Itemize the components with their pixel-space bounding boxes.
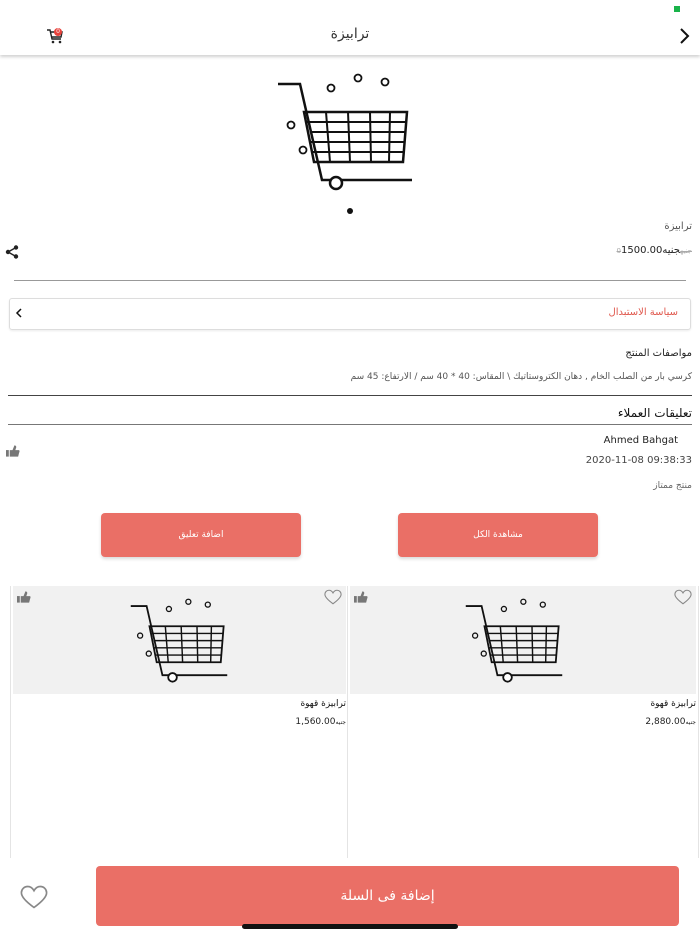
product-image — [129, 598, 229, 683]
chevron-left-icon — [15, 308, 22, 318]
image-pager-dot[interactable] — [347, 208, 353, 214]
price-value: 2,880.00 — [645, 717, 686, 727]
divider — [8, 395, 692, 396]
heart-icon[interactable] — [20, 884, 48, 910]
exchange-policy-label: سياسة الاستبدال — [608, 307, 678, 318]
price-row: 0جنيهجنيه1500.00 — [599, 245, 692, 256]
price-currency: جنيه — [335, 719, 346, 726]
related-product-image-area — [350, 586, 696, 694]
price-currency: جنيه — [685, 719, 696, 726]
review-text: منتج ممتاز — [653, 481, 692, 491]
price-value: 1500.00 — [621, 245, 663, 256]
related-product-name: ترابيزة قهوة — [650, 699, 696, 709]
reviews-title: تعليقات العملاء — [617, 406, 692, 420]
add-to-cart-button[interactable]: إضافة فى السلة — [96, 866, 679, 926]
heart-icon[interactable] — [324, 589, 342, 605]
cart-badge: 0 — [54, 28, 62, 36]
heart-icon[interactable] — [674, 589, 692, 605]
thumbs-up-icon[interactable] — [17, 591, 31, 603]
status-indicator — [674, 6, 680, 12]
related-product-image-area — [13, 586, 346, 694]
thumbs-up-icon[interactable] — [6, 445, 20, 457]
specs-text: كرسي بار من الصلب الخام , دهان الكتروستا… — [350, 372, 692, 382]
view-all-button[interactable]: مشاهدة الكل — [398, 513, 598, 557]
related-product-card[interactable]: ترابيزة قهوة جنيه1,560.00 — [10, 586, 349, 858]
related-product-card[interactable]: ترابيزة قهوة جنيه2,880.00 — [347, 586, 699, 858]
divider — [14, 280, 686, 281]
thumbs-up-icon[interactable] — [354, 591, 368, 603]
price-currency: جنيه — [662, 245, 681, 256]
related-product-name: ترابيزة قهوة — [300, 699, 346, 709]
share-icon[interactable] — [5, 245, 19, 259]
review-date: 2020-11-08 09:38:33 — [585, 455, 692, 466]
product-image — [276, 73, 414, 191]
add-comment-button[interactable]: اضافة تعليق — [101, 513, 301, 557]
page-title: ترابيزة — [330, 26, 370, 42]
price-value: 1,560.00 — [295, 717, 336, 727]
home-indicator — [242, 924, 458, 929]
back-arrow-icon[interactable] — [676, 27, 692, 45]
related-product-price: جنيه1,560.00 — [295, 717, 346, 727]
related-product-price: جنيه2,880.00 — [645, 717, 696, 727]
specs-title: مواصفات المنتج — [625, 348, 692, 359]
exchange-policy-row[interactable]: سياسة الاستبدال — [9, 298, 691, 330]
reviewer-name: Ahmed Bahgat — [603, 435, 678, 446]
divider — [8, 424, 692, 425]
product-image — [464, 598, 564, 683]
product-name: ترابيزة — [664, 221, 692, 232]
